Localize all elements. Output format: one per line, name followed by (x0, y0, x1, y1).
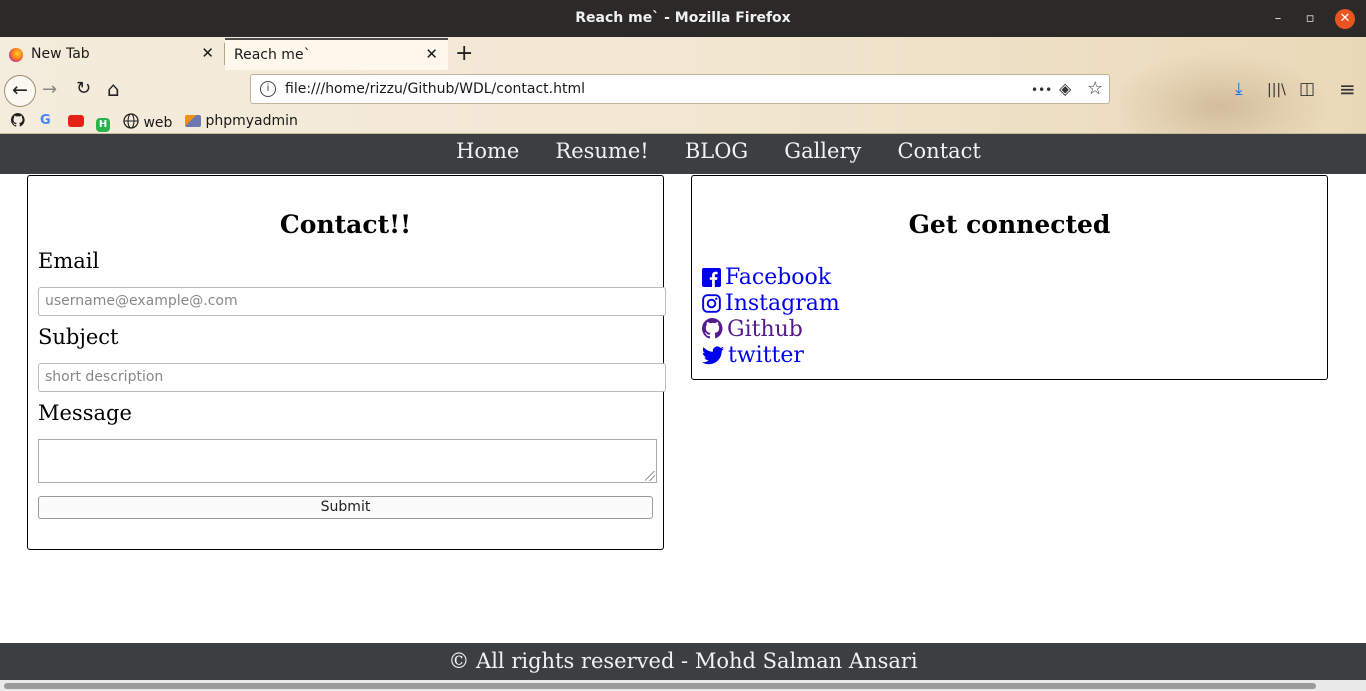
tab-reach-me[interactable]: Reach me` ✕ (225, 38, 448, 70)
facebook-icon (702, 268, 721, 287)
home-button[interactable]: ⌂ (107, 77, 120, 101)
forward-button[interactable]: → (42, 79, 57, 100)
page-footer: © All rights reserved - Mohd Salman Ansa… (0, 643, 1366, 680)
bookmark-web[interactable]: web (123, 113, 172, 131)
maximize-button[interactable]: ▫ (1300, 9, 1320, 29)
library-icon[interactable]: |||\ (1267, 82, 1286, 98)
scrollbar-thumb[interactable] (4, 683, 1316, 689)
facebook-label: Facebook (725, 265, 832, 290)
bookmark-label: web (143, 115, 173, 131)
contact-heading: Contact!! (279, 210, 412, 239)
twitter-icon (702, 346, 724, 365)
tab-label: New Tab (31, 46, 90, 62)
footer-text: © All rights reserved - Mohd Salman Ansa… (448, 649, 918, 673)
social-heading: Get connected (908, 210, 1111, 239)
browser-chrome: New Tab ✕ Reach me` ✕ + ← → ↻ ⌂ i file:/… (0, 37, 1366, 134)
horizontal-scrollbar[interactable] (0, 680, 1366, 691)
bookmark-star-icon[interactable]: ☆ (1087, 78, 1103, 99)
tab-label: Reach me` (234, 47, 311, 63)
reload-button[interactable]: ↻ (76, 78, 91, 99)
email-field[interactable]: username@example@.com (38, 287, 666, 316)
nav-gallery[interactable]: Gallery (784, 139, 861, 163)
download-icon[interactable]: ⤓ (1235, 79, 1243, 99)
bookmarks-bar: G H web phpmyadmin (0, 110, 400, 132)
window-title: Reach me` - Mozilla Firefox (575, 10, 791, 26)
globe-icon (123, 113, 139, 129)
window-titlebar: Reach me` - Mozilla Firefox – ▫ ✕ (0, 0, 1366, 37)
github-icon (702, 318, 723, 339)
resize-grip-icon[interactable] (645, 471, 655, 481)
github-icon (11, 113, 25, 127)
phpmyadmin-icon (185, 115, 201, 127)
message-label: Message (38, 401, 132, 425)
page-actions-icon[interactable]: ••• (1031, 83, 1052, 97)
info-icon[interactable]: i (260, 81, 276, 97)
minimize-button[interactable]: – (1268, 9, 1288, 29)
bookmark-label: phpmyadmin (205, 113, 298, 129)
close-window-button[interactable]: ✕ (1335, 9, 1355, 29)
subject-field[interactable]: short description (38, 363, 666, 392)
new-tab-button[interactable]: + (455, 41, 473, 66)
tab-close-icon[interactable]: ✕ (201, 44, 214, 62)
nav-resume[interactable]: Resume! (555, 139, 648, 163)
tab-close-icon[interactable]: ✕ (425, 45, 438, 63)
facebook-link[interactable]: Facebook (702, 265, 831, 290)
sidebar-icon[interactable]: ◫ (1299, 79, 1315, 99)
contact-card: Contact!! Email username@example@.com Su… (27, 175, 666, 550)
instagram-link[interactable]: Instagram (702, 291, 840, 316)
back-button[interactable]: ← (4, 75, 36, 107)
bookmark-github[interactable] (11, 113, 25, 129)
bookmark-youtube[interactable] (68, 113, 84, 129)
email-label: Email (38, 249, 100, 273)
bookmark-phpmyadmin[interactable]: phpmyadmin (185, 113, 298, 129)
social-card: Get connected Facebook Instagram Github … (691, 175, 1328, 380)
twitter-label: twitter (728, 343, 804, 368)
nav-blog[interactable]: BLOG (685, 139, 748, 163)
nav-links: Home Resume! BLOG Gallery Contact (456, 139, 1012, 163)
menu-icon[interactable]: ≡ (1339, 77, 1356, 101)
url-bar[interactable]: i file:///home/rizzu/Github/WDL/contact.… (250, 74, 1110, 104)
bookmark-google[interactable]: G (40, 113, 51, 128)
site-navbar: Home Resume! BLOG Gallery Contact (0, 134, 1366, 174)
twitter-link[interactable]: twitter (702, 343, 804, 368)
subject-label: Subject (38, 325, 119, 349)
github-label: Github (727, 317, 803, 342)
nav-home[interactable]: Home (456, 139, 519, 163)
url-text[interactable]: file:///home/rizzu/Github/WDL/contact.ht… (285, 81, 585, 97)
submit-button[interactable]: Submit (38, 496, 653, 519)
bookmark-h[interactable]: H (96, 113, 110, 132)
instagram-label: Instagram (725, 291, 840, 316)
firefox-icon (9, 48, 23, 62)
instagram-icon (702, 294, 721, 313)
nav-contact[interactable]: Contact (897, 139, 980, 163)
youtube-icon (68, 115, 84, 127)
message-textarea[interactable] (38, 439, 657, 483)
pocket-icon[interactable]: ◈ (1059, 79, 1071, 98)
github-link[interactable]: Github (702, 317, 803, 342)
tab-new-tab[interactable]: New Tab ✕ (0, 38, 224, 70)
google-icon: G (40, 113, 51, 128)
h-icon: H (96, 118, 110, 132)
